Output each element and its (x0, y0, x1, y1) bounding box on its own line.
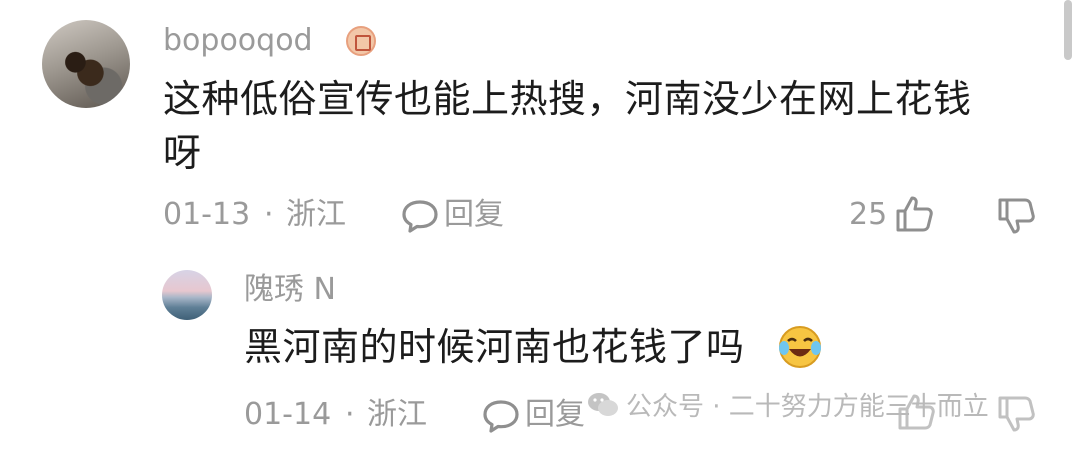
reply-username[interactable]: 隗琇 N (244, 273, 336, 307)
like-count: 25 (849, 197, 888, 232)
reply-reply-label[interactable]: 回复 (525, 398, 585, 432)
comment-text-line1: 这种低俗宣传也能上热搜，河南没少在网上花钱 (163, 77, 972, 121)
fan-badge-icon (346, 26, 376, 56)
reply-date: 01-14 (244, 397, 332, 432)
scrollbar[interactable] (1064, 0, 1072, 60)
thumbs-up-icon (896, 196, 933, 232)
avatar[interactable] (42, 20, 130, 108)
like-button[interactable] (894, 194, 936, 234)
comment-text-line2: 呀 (163, 131, 202, 175)
reply-avatar[interactable] (162, 270, 212, 320)
wechat-icon (586, 390, 620, 424)
meta-separator: · (264, 197, 274, 232)
reply-text: 黑河南的时候河南也花钱了吗 (244, 325, 745, 369)
comment-date: 01-13 (163, 197, 251, 232)
comment-location: 浙江 (286, 197, 346, 232)
dislike-button[interactable] (996, 196, 1038, 236)
reply-label[interactable]: 回复 (444, 198, 504, 232)
comment-username[interactable]: bopooqod (163, 24, 313, 58)
thumbs-down-icon (998, 198, 1035, 234)
reply-reply-button[interactable] (481, 396, 521, 436)
reply-meta-separator: · (345, 397, 355, 432)
comment-bubble-icon (402, 200, 438, 233)
comment-bubble-icon (483, 400, 519, 433)
reply-button[interactable] (400, 196, 440, 236)
watermark-text: 公众号 · 二十努力方能三十而立 (626, 392, 989, 422)
thumbs-down-icon (998, 396, 1035, 432)
crying-laughing-emoji (777, 324, 823, 370)
reply-location: 浙江 (367, 397, 427, 432)
reply-dislike-button[interactable] (996, 394, 1038, 434)
